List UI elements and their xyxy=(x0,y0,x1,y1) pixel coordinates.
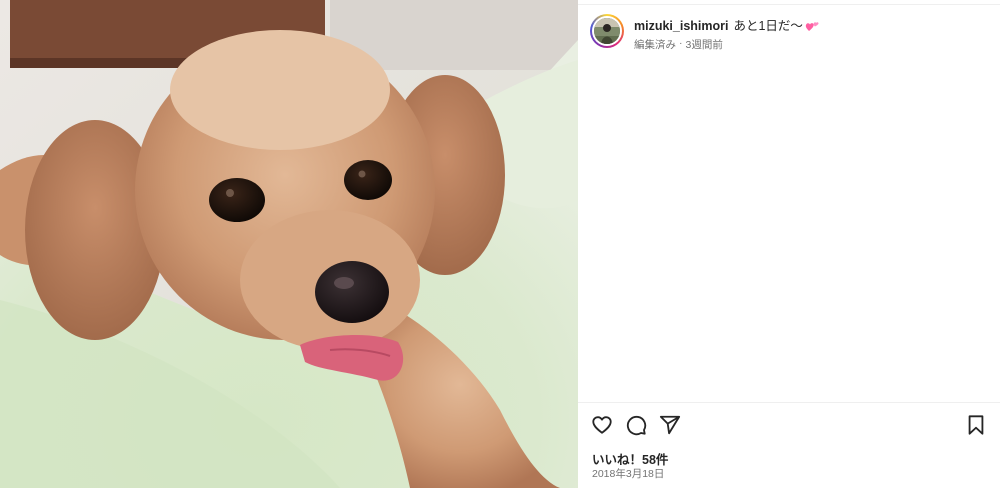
username-link[interactable]: mizuki_ishimori xyxy=(634,18,728,34)
dog-photo-image xyxy=(0,0,578,488)
meta-separator: · xyxy=(679,37,683,49)
edited-label: 編集済み xyxy=(634,39,676,51)
paper-plane-icon xyxy=(659,415,681,435)
heart-outline-icon xyxy=(592,416,612,434)
actions-divider xyxy=(578,402,1000,403)
save-button[interactable] xyxy=(964,413,988,437)
share-button[interactable] xyxy=(658,413,682,437)
comment-bubble-icon xyxy=(626,415,647,436)
bookmark-outline-icon xyxy=(968,415,984,435)
panel-top-divider xyxy=(578,4,1000,5)
avatar-image xyxy=(594,18,620,44)
avatar[interactable] xyxy=(590,14,624,48)
post-date[interactable]: 2018年3月18日 xyxy=(592,466,664,481)
comment-button[interactable] xyxy=(624,413,648,437)
post-actions-bar xyxy=(590,413,988,437)
two-hearts-emoji-icon xyxy=(805,20,819,32)
post-photo[interactable] xyxy=(0,0,578,488)
caption-text: あと1日だ〜 xyxy=(733,19,803,33)
post-detail-panel: mizuki_ishimori あと1日だ〜 編集済み · 3週間前 いいね！5… xyxy=(578,0,1000,488)
relative-time[interactable]: 3週間前 xyxy=(686,37,723,52)
like-button[interactable] xyxy=(590,413,614,437)
post-caption: mizuki_ishimori あと1日だ〜 編集済み · 3週間前 xyxy=(590,14,988,52)
post-meta: 編集済み · 3週間前 xyxy=(634,37,819,52)
